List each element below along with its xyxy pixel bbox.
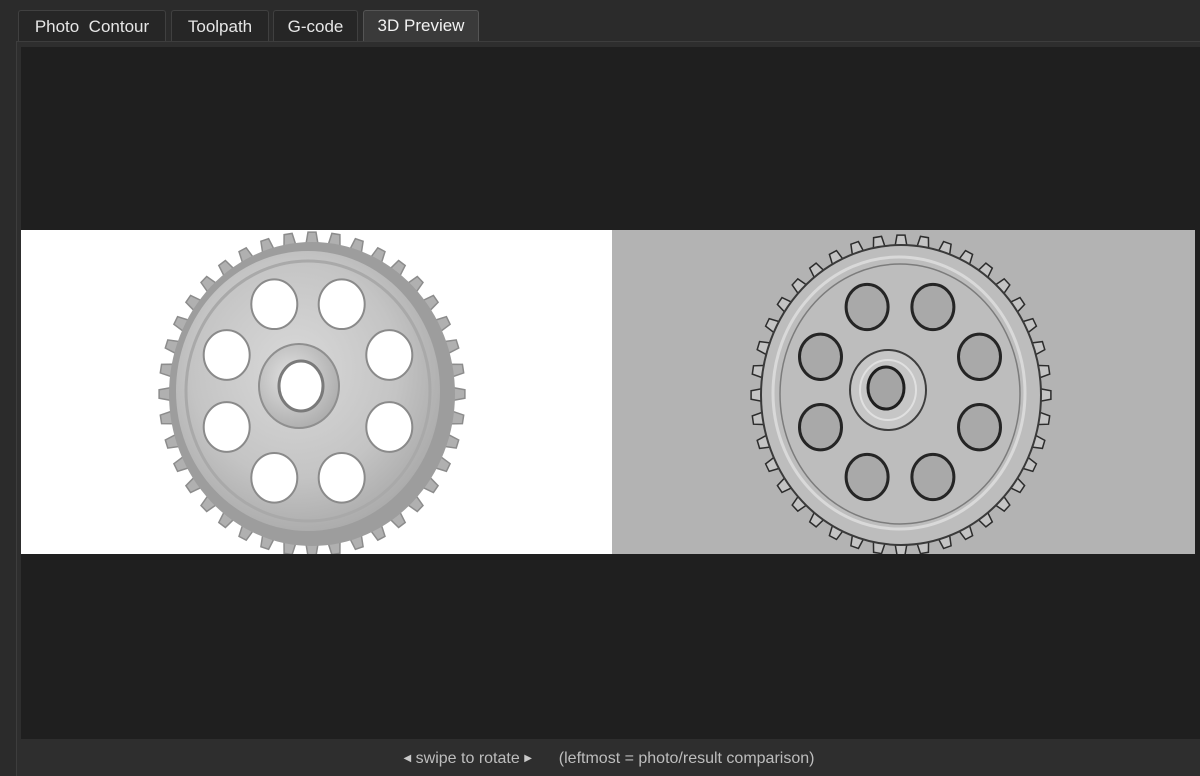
gear-hole (910, 282, 956, 332)
gear-relief-graphic (750, 234, 1052, 554)
gear-hole (798, 403, 843, 452)
3d-viewport[interactable] (21, 47, 1200, 739)
app-window: Photo Contour Toolpath G-code 3D Preview (0, 0, 1200, 776)
relief-result-image (612, 230, 1195, 554)
triangle-left-icon[interactable]: ◀ (404, 753, 412, 764)
gear-hole (957, 403, 1002, 452)
swipe-hint-text: swipe to rotate (415, 750, 520, 767)
gear-hole (844, 452, 890, 502)
photo-image (21, 230, 612, 554)
gear-hole (317, 451, 366, 504)
tab-toolpath[interactable]: Toolpath (171, 10, 269, 42)
gear-hole (798, 332, 843, 381)
triangle-right-icon[interactable]: ▶ (524, 753, 532, 764)
tab-g-code[interactable]: G-code (273, 10, 358, 42)
status-bar: ◀ swipe to rotate ▶ (leftmost = photo/re… (17, 739, 1200, 776)
gear-hole (844, 282, 890, 332)
gear-hole (365, 401, 414, 453)
gear-hole (250, 278, 299, 331)
gear-hole (250, 451, 299, 504)
tab-photo-contour[interactable]: Photo Contour (18, 10, 166, 42)
gear-hole (317, 278, 366, 331)
gear-hole (202, 329, 251, 381)
tab-3d-preview[interactable]: 3D Preview (363, 10, 479, 42)
gear-hole (365, 329, 414, 381)
tab-bar: Photo Contour Toolpath G-code 3D Preview (0, 0, 1200, 44)
gear-photo-graphic (158, 231, 466, 554)
comparison-hint-text: (leftmost = photo/result comparison) (558, 750, 815, 767)
gear-hole (957, 332, 1002, 381)
preview-panel: ◀ swipe to rotate ▶ (leftmost = photo/re… (16, 41, 1200, 776)
gear-hole (910, 452, 956, 502)
gear-hole (202, 401, 251, 453)
